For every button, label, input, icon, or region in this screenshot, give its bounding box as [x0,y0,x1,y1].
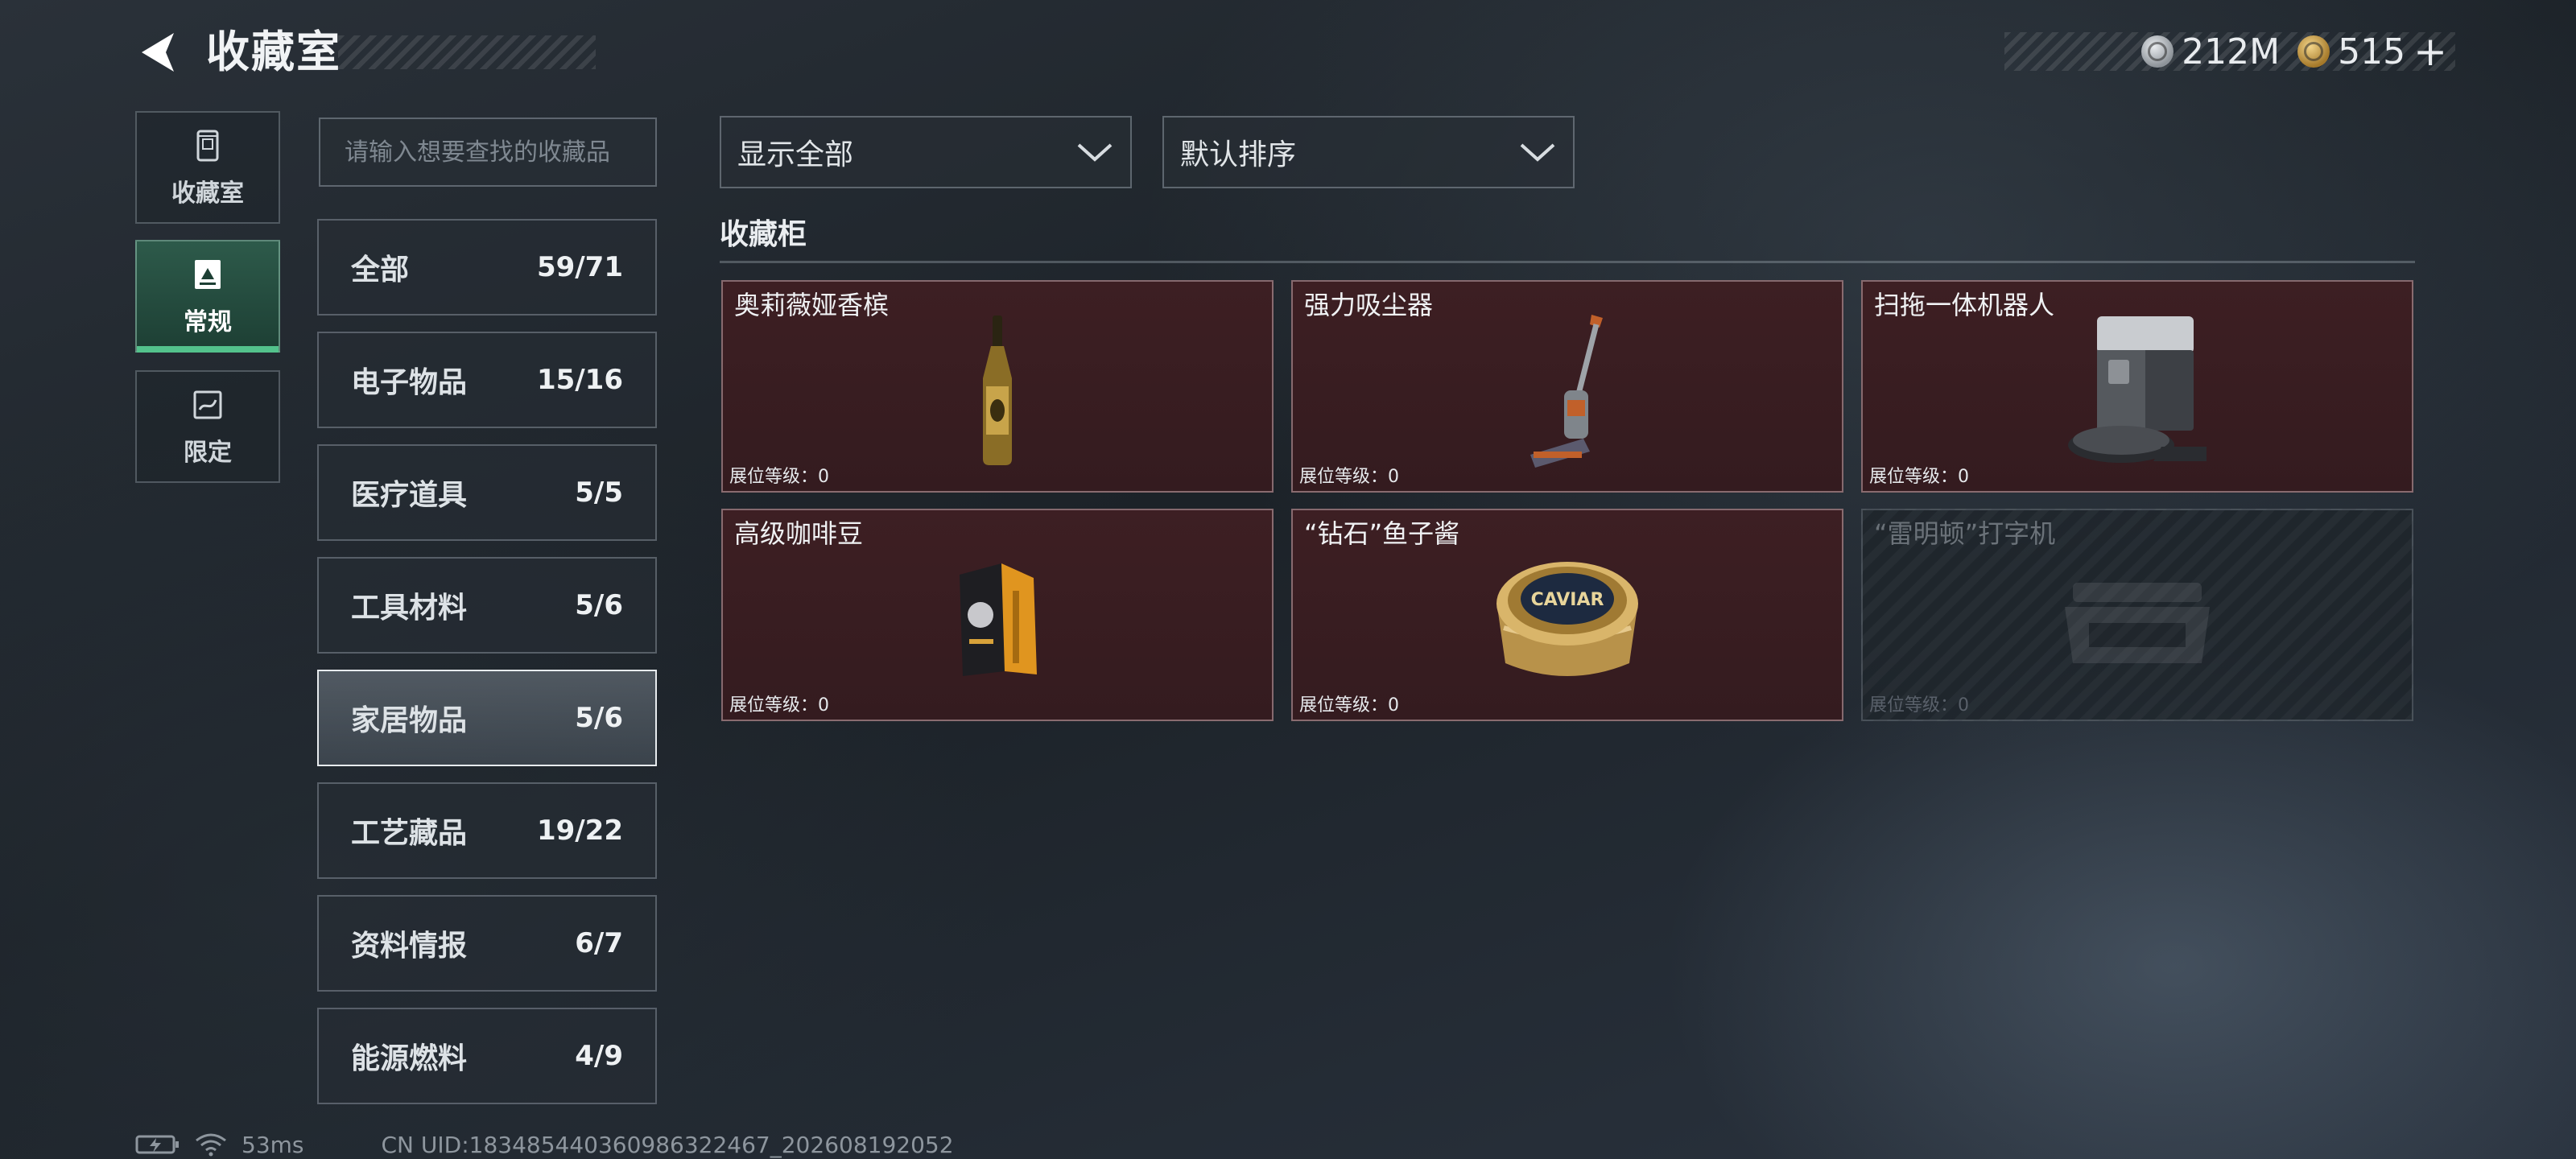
item-level: 展位等级：0 [729,467,830,487]
category-label: 电子物品 [351,366,468,399]
status-bar: 53ms CN UID:18348544036098632​2467_20260… [135,1130,954,1159]
search-box[interactable] [319,118,657,187]
robot-vacuum-station-icon [1863,306,2412,475]
category-count: 15/16 [536,364,623,396]
category-count: 19/22 [536,815,623,847]
item-level: 展位等级：0 [1299,695,1400,716]
back-button[interactable] [129,24,187,80]
ping-value: 53ms [242,1131,304,1158]
category-label: 家居物品 [351,704,468,737]
nav-limited-label: 限定 [184,439,232,467]
regular-icon [195,260,221,289]
category-count: 5/6 [575,589,623,621]
category-count: 4/9 [575,1040,623,1072]
limited-icon [193,390,222,419]
caviar-tin-icon: CAVIAR [1293,534,1842,703]
back-arrow-icon [142,33,174,72]
nav-collection-room[interactable]: 收藏室 [135,111,280,224]
category-label: 工艺藏品 [351,817,468,850]
typewriter-icon [1863,534,2412,703]
collection-item-coffee-beans[interactable]: 高级咖啡豆 展位等级：0 [721,509,1274,721]
category-count: 6/7 [575,927,623,959]
category-all[interactable]: 全部 59/71 [317,219,657,316]
collection-item-caviar[interactable]: “钻石”鱼子酱 CAVIAR 展位等级：0 [1291,509,1843,721]
currency-silver-value: 212M [2182,31,2281,72]
item-level: 展位等级：0 [729,695,830,716]
battery-icon [135,1135,179,1154]
category-label: 资料情报 [351,930,468,963]
category-label: 工具材料 [351,592,468,625]
category-crafts[interactable]: 工艺藏品 19/22 [317,782,657,879]
item-level: 展位等级：0 [1869,695,1970,716]
currency-silver[interactable]: 212M [2141,31,2280,72]
category-intel[interactable]: 资料情报 6/7 [317,895,657,992]
chevron-down-icon [1077,143,1113,162]
chevron-down-icon [1520,143,1555,162]
collection-item-vacuum[interactable]: 强力吸尘器 展位等级：0 [1291,280,1843,493]
gold-coin-icon [2297,35,2330,68]
svg-text:CAVIAR: CAVIAR [1531,590,1604,610]
page-title: 收藏室 [206,27,341,77]
collection-item-typewriter[interactable]: “雷明顿”打字机 展位等级：0 [1861,509,2413,721]
category-count: 5/5 [575,476,623,509]
category-medical[interactable]: 医疗道具 5/5 [317,444,657,541]
category-electronics[interactable]: 电子物品 15/16 [317,332,657,428]
title-decoration [338,35,596,69]
category-label: 医疗道具 [351,479,468,512]
show-filter-value: 显示全部 [737,138,854,171]
section-title: 收藏柜 [720,218,807,251]
category-count: 59/71 [536,251,623,283]
sort-value: 默认排序 [1180,138,1297,171]
category-label: 能源燃料 [351,1042,468,1075]
category-home[interactable]: 家居物品 5/6 [317,670,657,766]
wifi-icon [196,1133,226,1157]
item-level: 展位等级：0 [1299,467,1400,487]
currency-gold[interactable]: 515 + [2297,28,2447,75]
nav-regular[interactable]: 常规 [135,240,280,353]
sort-dropdown[interactable]: 默认排序 [1162,116,1575,188]
collection-room-icon [196,130,219,162]
nav-regular-label: 常规 [184,308,232,336]
collection-item-robot-vacuum[interactable]: 扫拖一体机器人 展位等级：0 [1861,280,2413,493]
add-currency-button[interactable]: + [2413,28,2447,75]
category-count: 5/6 [575,702,623,734]
item-level: 展位等级：0 [1869,467,1970,487]
nav-limited[interactable]: 限定 [135,370,280,483]
vacuum-cleaner-icon [1293,306,1842,475]
category-label: 全部 [351,254,410,287]
nav-collection-room-label: 收藏室 [171,179,244,208]
coffee-bag-icon [723,534,1272,703]
collection-item-champagne[interactable]: 奥莉薇娅香槟 展位等级：0 [721,280,1274,493]
currency-bar: 212M 515 + [2004,28,2455,75]
section-divider [720,261,2415,263]
category-tools[interactable]: 工具材料 5/6 [317,557,657,654]
champagne-bottle-icon [723,306,1272,475]
show-filter-dropdown[interactable]: 显示全部 [720,116,1132,188]
silver-coin-icon [2141,35,2174,68]
category-energy[interactable]: 能源燃料 4/9 [317,1008,657,1104]
uid-text: CN UID:18348544036098632​2467_2026081920… [381,1131,954,1158]
currency-gold-value: 515 [2338,31,2406,72]
search-input[interactable] [343,137,633,167]
